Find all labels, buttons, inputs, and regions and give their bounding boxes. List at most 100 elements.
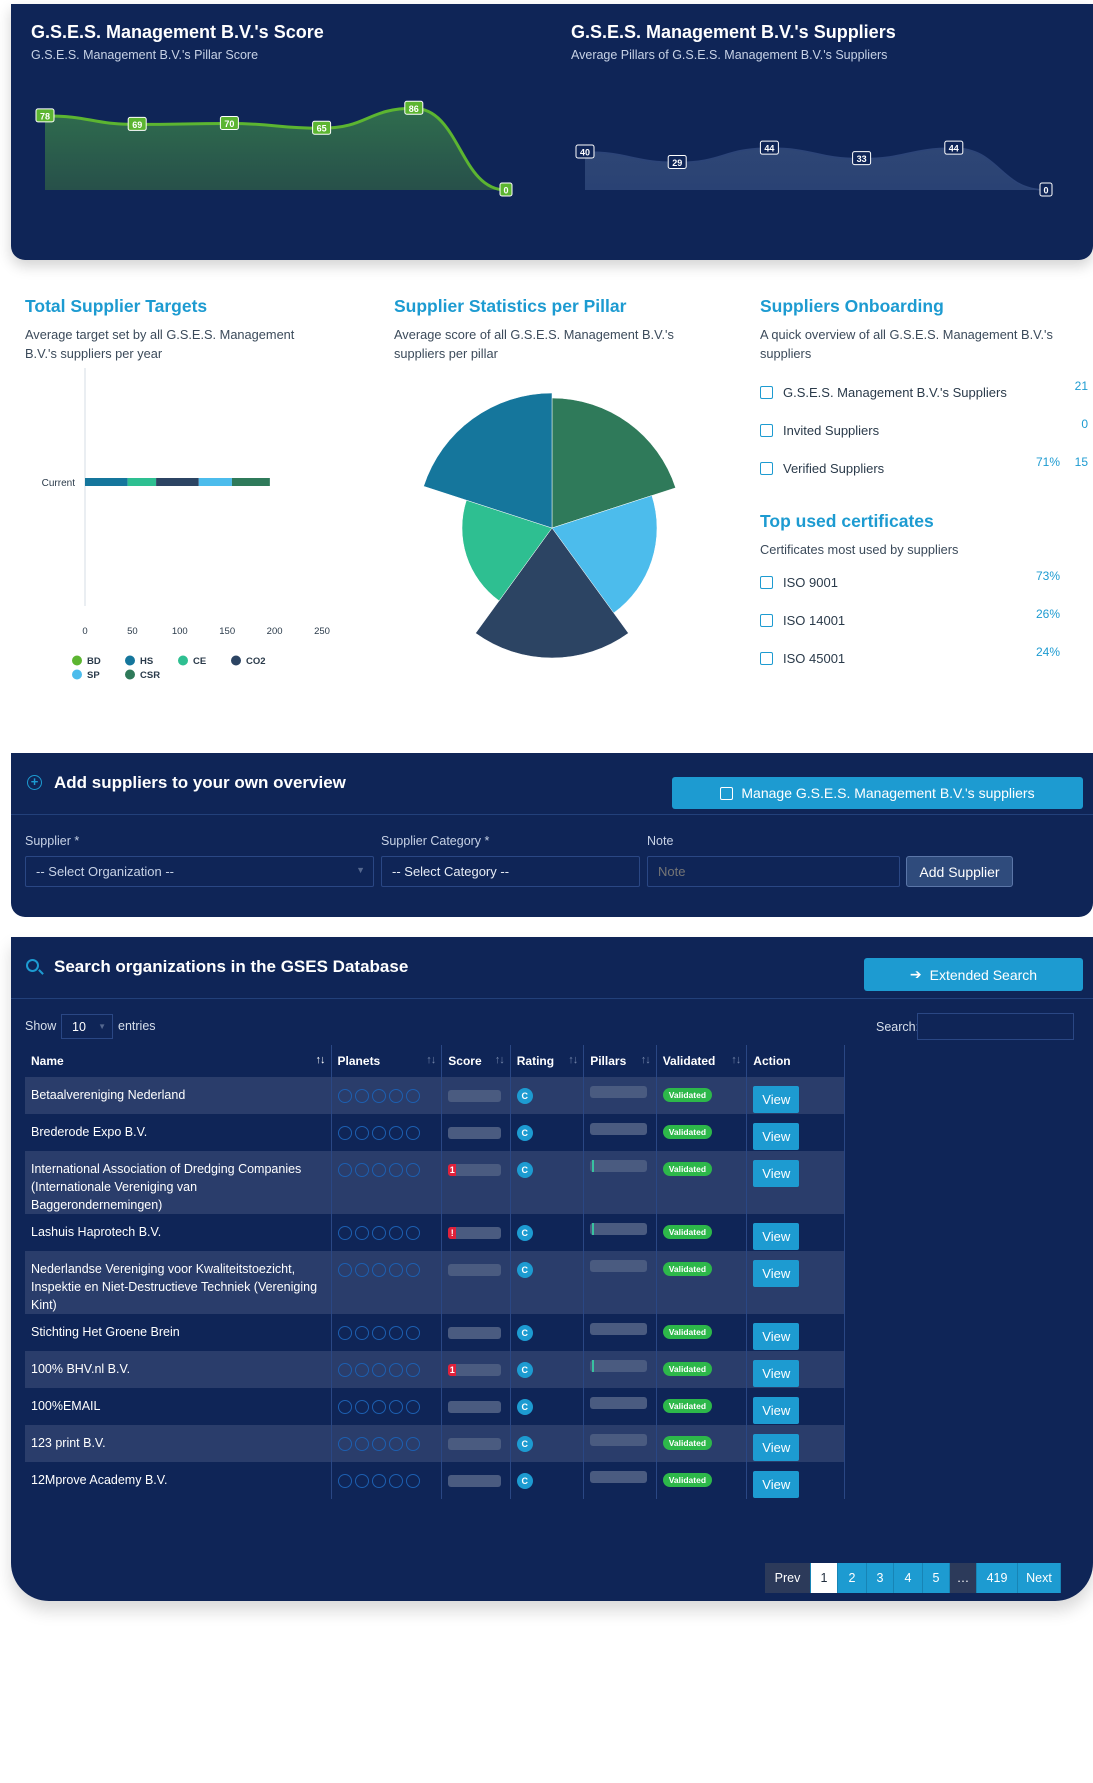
planet-icon xyxy=(354,1226,369,1240)
pillars-bar xyxy=(590,1434,648,1446)
data-label: 33 xyxy=(852,151,872,166)
cell-name: Brederode Expo B.V. xyxy=(25,1114,332,1151)
cell-pillars xyxy=(583,1388,657,1425)
entries-select[interactable]: 10 ▼ xyxy=(61,1014,113,1039)
prev-button[interactable]: Prev xyxy=(765,1563,811,1593)
view-button[interactable]: View xyxy=(753,1434,800,1461)
page-button[interactable]: 419 xyxy=(977,1563,1018,1593)
planets-rating xyxy=(337,1163,436,1177)
column-score[interactable]: Score ↑↓ xyxy=(441,1045,511,1077)
certificate-row[interactable]: ISO 14001 26% xyxy=(760,601,1090,639)
planets-rating xyxy=(337,1400,436,1414)
planets-rating xyxy=(337,1326,436,1340)
column-rating[interactable]: Rating ↑↓ xyxy=(510,1045,585,1077)
table-row: Stichting Het Groene Brein C Validated V… xyxy=(25,1314,845,1351)
category-select-value: -- Select Category -- xyxy=(392,864,510,879)
view-button[interactable]: View xyxy=(753,1223,800,1250)
planet-icon xyxy=(388,1263,403,1277)
page-button[interactable]: 1 xyxy=(811,1563,838,1593)
sort-icon: ↑↓ xyxy=(568,1054,578,1066)
planet-icon xyxy=(337,1363,352,1377)
svg-text:SP: SP xyxy=(87,670,100,681)
x-tick-label: 50 xyxy=(127,626,138,637)
onboarding-row[interactable]: G.S.E.S. Management B.V.'s Suppliers 21 xyxy=(760,373,1090,411)
plus-circle-icon: + xyxy=(27,775,42,790)
view-button[interactable]: View xyxy=(753,1123,800,1150)
page-button[interactable]: 5 xyxy=(923,1563,950,1593)
extended-search-button[interactable]: ➔ Extended Search xyxy=(864,958,1083,991)
page-button[interactable]: 2 xyxy=(838,1563,867,1593)
page-button[interactable]: 3 xyxy=(867,1563,894,1593)
svg-text:CE: CE xyxy=(193,656,206,667)
next-button[interactable]: Next xyxy=(1018,1563,1061,1593)
svg-text:69: 69 xyxy=(132,120,142,130)
planet-icon xyxy=(405,1326,420,1340)
cell-score xyxy=(441,1314,511,1351)
onboarding-label: Verified Suppliers xyxy=(783,460,885,476)
view-button[interactable]: View xyxy=(753,1471,800,1498)
suppliers-chart-plot: 40 29 44 33 44 0 xyxy=(575,140,1053,197)
note-input[interactable] xyxy=(647,856,900,887)
cell-pillars xyxy=(583,1462,657,1499)
planets-rating xyxy=(337,1437,436,1451)
cell-pillars xyxy=(583,1077,657,1114)
cell-score: 1 xyxy=(441,1351,511,1388)
checkbox-icon xyxy=(760,651,773,665)
view-button[interactable]: View xyxy=(753,1260,800,1287)
view-button[interactable]: View xyxy=(753,1323,800,1350)
chevron-down-icon: ▼ xyxy=(98,1022,106,1031)
organization-name: 100%EMAIL xyxy=(31,1399,101,1413)
view-button[interactable]: View xyxy=(753,1360,800,1387)
score-mark: ! xyxy=(448,1227,457,1239)
legend-item-hs: HS xyxy=(125,655,153,667)
planet-icon xyxy=(337,1226,352,1240)
pillars-bar xyxy=(590,1323,648,1335)
sort-icon: ↑↓ xyxy=(494,1054,505,1066)
manage-suppliers-button[interactable]: Manage G.S.E.S. Management B.V.'s suppli… xyxy=(672,777,1083,809)
certificate-row[interactable]: ISO 9001 73% xyxy=(760,563,1090,601)
planet-icon xyxy=(388,1437,403,1451)
view-button[interactable]: View xyxy=(753,1397,800,1424)
data-label: 44 xyxy=(944,140,964,155)
suppliers-chart: G.S.E.S. Management B.V.'s Suppliers Ave… xyxy=(571,4,1091,260)
planet-icon xyxy=(405,1226,420,1240)
cell-action: View xyxy=(746,1351,845,1388)
pagination-ellipsis: … xyxy=(950,1563,977,1593)
certificate-row[interactable]: ISO 45001 24% xyxy=(760,639,1090,677)
add-supplier-button[interactable]: Add Supplier xyxy=(906,856,1013,887)
planet-icon xyxy=(371,1326,386,1340)
supplier-select[interactable]: -- Select Organization -- ▼ xyxy=(25,856,374,887)
cell-rating: C xyxy=(510,1151,585,1214)
column-planets[interactable]: Planets ↑↓ xyxy=(331,1045,443,1077)
column-label: Pillars xyxy=(590,1054,627,1068)
certificate-percent: 26% xyxy=(1035,607,1060,621)
score-chart: G.S.E.S. Management B.V.'s Score G.S.E.S… xyxy=(31,4,551,260)
onboarding-row[interactable]: Verified Suppliers 71% 15 xyxy=(760,449,1090,487)
cell-rating: C xyxy=(510,1077,585,1114)
column-validated[interactable]: Validated ↑↓ xyxy=(656,1045,748,1077)
planet-icon xyxy=(354,1163,369,1177)
data-label: 40 xyxy=(575,144,595,159)
planet-icon xyxy=(337,1400,352,1414)
page-button[interactable]: 4 xyxy=(894,1563,923,1593)
rating-badge: C xyxy=(516,1436,533,1452)
onboarding-row[interactable]: Invited Suppliers 0 xyxy=(760,411,1090,449)
rating-badge: C xyxy=(516,1325,533,1341)
cell-score xyxy=(441,1114,511,1151)
cell-rating: C xyxy=(510,1214,585,1251)
column-name[interactable]: Name ↑↓ xyxy=(25,1045,332,1077)
table-search-input[interactable] xyxy=(917,1013,1074,1040)
svg-text:44: 44 xyxy=(949,144,959,154)
score-bar xyxy=(448,1327,502,1339)
x-tick-label: 150 xyxy=(219,626,235,637)
planet-icon xyxy=(337,1126,352,1140)
score-bar xyxy=(448,1090,502,1102)
search-panel-header: Search organizations in the GSES Databas… xyxy=(11,937,1093,999)
planet-icon xyxy=(337,1326,352,1340)
column-pillars[interactable]: Pillars ↑↓ xyxy=(583,1045,657,1077)
view-button[interactable]: View xyxy=(753,1160,800,1187)
onboarding-title: Suppliers Onboarding xyxy=(760,296,944,316)
certificate-label: ISO 45001 xyxy=(783,650,846,666)
category-select[interactable]: -- Select Category -- xyxy=(381,856,640,887)
view-button[interactable]: View xyxy=(753,1086,800,1113)
